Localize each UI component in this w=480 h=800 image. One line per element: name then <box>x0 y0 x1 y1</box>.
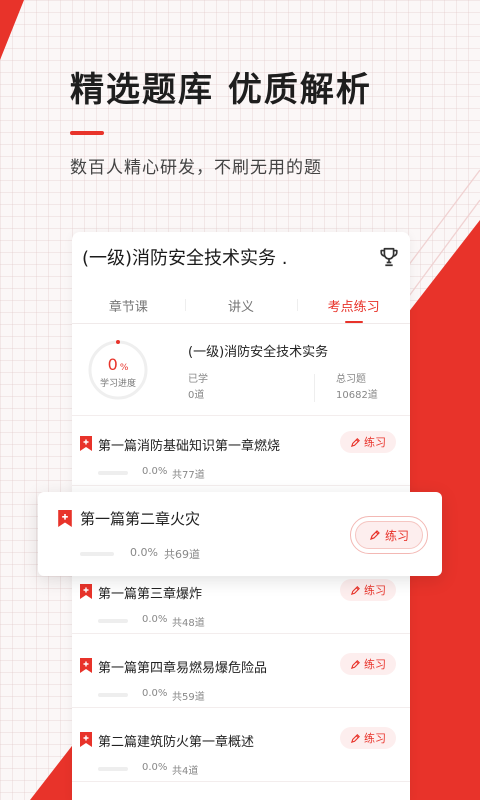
hero-subtitle: 数百人精心研发，不刷无用的题 <box>70 158 322 178</box>
chapter-percent: 0.0% <box>142 466 168 477</box>
progress-label: 学习进度 <box>99 379 136 389</box>
chapter-progress-bar <box>98 619 128 623</box>
pencil-icon <box>350 437 360 447</box>
chapter-title: 第一篇第二章火灾 <box>80 510 201 528</box>
chapter-total: 共77道 <box>172 470 205 481</box>
chapter-title: 第一篇第四章易燃易爆危险品 <box>98 661 268 676</box>
trophy-icon[interactable] <box>378 246 400 268</box>
bookmark-plus-icon <box>58 510 72 527</box>
total-value: 10682道 <box>336 390 378 401</box>
hero: 精选题库 优质解析 数百人精心研发，不刷无用的题 <box>70 62 372 178</box>
chapter-percent: 0.0% <box>142 688 168 699</box>
progress-percent: 0% <box>107 355 129 374</box>
summary-title: (一级)消防安全技术实务 <box>188 345 329 360</box>
chapter-percent: 0.0% <box>142 614 168 625</box>
chapter-progress-bar <box>98 693 128 697</box>
chapter-progress-bar <box>98 767 128 771</box>
tab-chapter-course[interactable]: 章节课 <box>72 286 185 323</box>
bookmark-plus-icon <box>80 658 92 673</box>
practice-button[interactable]: 练习 <box>355 521 423 549</box>
course-title[interactable]: (一级)消防安全技术实务 . <box>82 244 288 270</box>
learned-value: 0道 <box>188 390 205 401</box>
chapter-row[interactable]: 第二篇建筑防火第一章概述 0.0% 共4道 练习 <box>72 708 410 782</box>
pencil-icon <box>350 733 360 743</box>
chapter-row[interactable]: 第一篇第四章易燃易爆危险品 0.0% 共59道 练习 <box>72 634 410 708</box>
chapter-total: 共69道 <box>164 548 200 561</box>
hero-title: 精选题库 优质解析 <box>70 70 372 110</box>
chapter-title: 第一篇消防基础知识第一章燃烧 <box>98 439 281 454</box>
hero-divider <box>70 131 104 135</box>
learned-label: 已学 <box>188 374 208 385</box>
chapter-row[interactable]: 第一篇消防基础知识第一章燃烧 0.0% 共77道 练习 <box>72 412 410 486</box>
practice-button[interactable]: 练习 <box>340 431 396 453</box>
highlighted-chapter-row[interactable]: 第一篇第二章火灾 0.0% 共69道 练习 <box>38 492 442 576</box>
course-header: (一级)消防安全技术实务 . <box>72 232 410 282</box>
pencil-icon <box>350 659 360 669</box>
chapter-total: 共59道 <box>172 692 205 703</box>
practice-button-ring: 练习 <box>350 516 428 554</box>
total-label: 总习题 <box>336 374 366 385</box>
practice-button[interactable]: 练习 <box>340 653 396 675</box>
chapter-title: 第二篇建筑防火第一章概述 <box>98 735 255 750</box>
practice-button[interactable]: 练习 <box>340 579 396 601</box>
total-stat: 总习题 10682道 <box>314 372 378 404</box>
bookmark-plus-icon <box>80 584 92 599</box>
chapter-percent: 0.0% <box>130 546 158 559</box>
decor-stripe-top-left <box>0 0 24 60</box>
pencil-icon <box>350 585 360 595</box>
pencil-icon <box>370 530 380 540</box>
chapter-title: 第一篇第三章爆炸 <box>98 587 203 602</box>
tab-handout[interactable]: 讲义 <box>184 286 298 323</box>
bookmark-plus-icon <box>80 436 92 451</box>
chapter-percent: 0.0% <box>142 762 168 773</box>
bookmark-plus-icon <box>80 732 92 747</box>
chapter-total: 共4道 <box>172 766 199 777</box>
chapter-progress-bar <box>80 552 114 556</box>
chapter-progress-bar <box>98 471 128 475</box>
learned-stat: 已学 0道 <box>188 372 208 404</box>
tab-bar: 章节课 讲义 考点练习 <box>72 286 410 324</box>
tab-key-point-practice[interactable]: 考点练习 <box>297 286 410 323</box>
progress-summary: 0% 学习进度 (一级)消防安全技术实务 已学 0道 总习题 10682道 <box>72 324 410 416</box>
practice-button[interactable]: 练习 <box>340 727 396 749</box>
chapter-total: 共48道 <box>172 618 205 629</box>
